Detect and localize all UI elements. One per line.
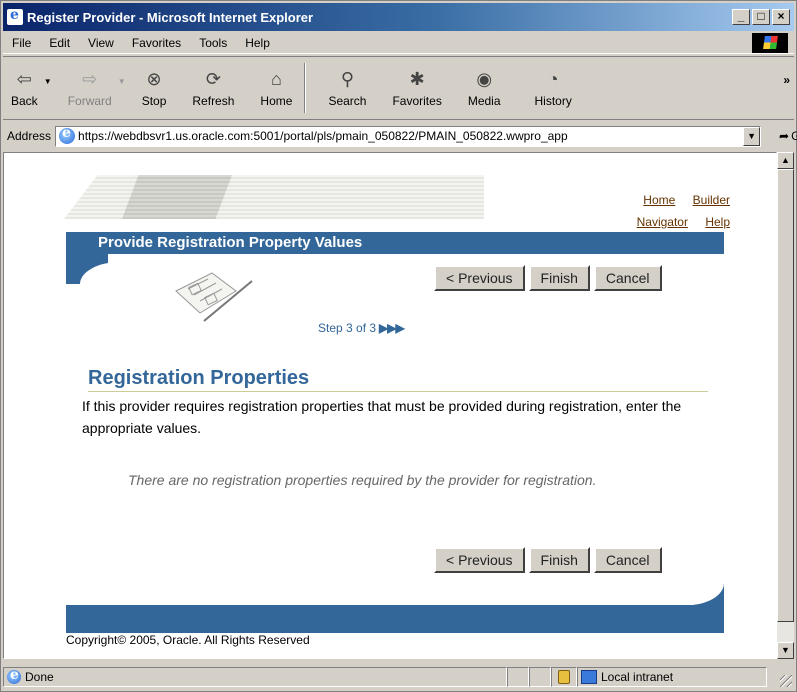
page-content: Home Builder Navigator Help Provide Regi… (3, 152, 777, 659)
top-button-row: < Previous Finish Cancel (434, 265, 662, 291)
status-bar: Done Local intranet (3, 665, 794, 689)
search-label: Search (328, 93, 367, 108)
header-curve-decoration (66, 254, 140, 302)
home-icon: ⌂ (270, 69, 282, 89)
go-button[interactable]: ➦ Go (779, 129, 797, 143)
toolbar-overflow-chevron-icon[interactable]: » (783, 73, 790, 87)
previous-button-bottom[interactable]: < Previous (434, 547, 525, 573)
lock-icon (558, 670, 570, 684)
ie-logo-icon (7, 7, 23, 25)
address-url[interactable]: https://webdbsvr1.us.oracle.com:5001/por… (78, 129, 743, 143)
refresh-label: Refresh (192, 93, 235, 108)
footer-bar (66, 573, 724, 633)
media-icon: ◉ (476, 69, 493, 89)
link-help[interactable]: Help (705, 215, 730, 229)
title-bar: Register Provider - Microsoft Internet E… (3, 3, 794, 31)
finish-button-top[interactable]: Finish (528, 265, 590, 291)
address-dropdown-icon[interactable]: ▼ (743, 126, 761, 146)
back-button[interactable]: ⇦ Back ▼ (3, 57, 52, 119)
copyright-text: Copyright© 2005, Oracle. All Rights Rese… (66, 633, 310, 647)
previous-button-top[interactable]: < Previous (434, 265, 525, 291)
no-properties-message: There are no registration properties req… (128, 472, 597, 488)
refresh-button[interactable]: ⟳ Refresh (184, 57, 242, 119)
global-links: Home Builder Navigator Help (623, 189, 730, 233)
step-arrows-icon: ▶▶▶ (379, 321, 405, 335)
wizard-sketch-illustration (175, 272, 253, 322)
status-pane-zone: Local intranet (577, 667, 767, 687)
step-text: Step 3 of 3 (318, 321, 377, 335)
resize-grip-icon[interactable] (780, 675, 792, 687)
page-title: Provide Registration Property Values (66, 232, 724, 254)
window-title: Register Provider - Microsoft Internet E… (27, 9, 314, 25)
media-button[interactable]: ◉ Media (460, 57, 509, 119)
address-bar: Address https://webdbsvr1.us.oracle.com:… (3, 123, 797, 149)
address-label: Address (7, 129, 52, 143)
forward-label: Forward (67, 93, 112, 108)
link-builder[interactable]: Builder (693, 193, 730, 207)
stop-label: Stop (141, 93, 167, 108)
cancel-button-top[interactable]: Cancel (593, 265, 662, 291)
back-arrow-icon: ⇦ (16, 69, 32, 89)
menu-view[interactable]: View (79, 36, 123, 50)
portal-logo-graphic (122, 175, 232, 219)
cancel-button-bottom[interactable]: Cancel (593, 547, 662, 573)
stop-icon: ⊗ (146, 69, 162, 89)
section-description: If this provider requires registration p… (82, 398, 682, 436)
media-label: Media (467, 93, 501, 108)
home-button[interactable]: ⌂ Home (252, 57, 300, 119)
stop-button[interactable]: ⊗ Stop (134, 57, 175, 119)
back-label: Back (11, 93, 38, 108)
forward-button[interactable]: ⇨ Forward ▼ (60, 57, 126, 119)
go-label: Go (791, 129, 797, 143)
favorites-icon: ✱ (409, 69, 425, 89)
scroll-thumb[interactable] (777, 169, 794, 622)
history-icon: ◔ (547, 69, 559, 89)
forward-dropdown-icon[interactable]: ▼ (118, 77, 126, 86)
menu-favorites[interactable]: Favorites (123, 36, 190, 50)
status-pane-security (551, 667, 577, 687)
status-pane-blank (529, 667, 551, 687)
history-button[interactable]: ◔ History (527, 57, 580, 119)
menu-edit[interactable]: Edit (40, 36, 79, 50)
status-text: Done (25, 670, 54, 684)
favorites-label: Favorites (392, 93, 442, 108)
step-indicator: Step 3 of 3 ▶▶▶ (318, 321, 405, 335)
page-icon (59, 127, 76, 144)
standard-toolbar: ⇦ Back ▼ ⇨ Forward ▼ ⊗ Stop ⟳ Refresh ⌂ … (3, 56, 794, 120)
favorites-button[interactable]: ✱ Favorites (384, 57, 449, 119)
link-navigator[interactable]: Navigator (637, 215, 688, 229)
close-button[interactable]: × (772, 9, 790, 25)
address-input[interactable]: https://webdbsvr1.us.oracle.com:5001/por… (55, 125, 762, 147)
done-page-icon (7, 667, 21, 684)
search-icon: ⚲ (340, 69, 355, 89)
back-dropdown-icon[interactable]: ▼ (44, 77, 52, 86)
local-intranet-icon (581, 670, 597, 684)
status-main-pane: Done (3, 667, 507, 687)
bottom-button-row: < Previous Finish Cancel (434, 547, 662, 573)
home-label: Home (260, 93, 293, 108)
search-button[interactable]: ⚲ Search (320, 57, 374, 119)
toolbar-separator (304, 63, 307, 113)
menu-tools[interactable]: Tools (190, 36, 236, 50)
go-arrow-icon: ➦ (779, 129, 790, 143)
windows-logo-icon (752, 33, 788, 53)
link-home[interactable]: Home (643, 193, 675, 207)
refresh-icon: ⟳ (205, 69, 221, 89)
menu-bar: File Edit View Favorites Tools Help (3, 32, 794, 54)
menu-help[interactable]: Help (236, 36, 279, 50)
maximize-button[interactable]: □ (752, 9, 770, 25)
minimize-button[interactable]: _ (732, 9, 750, 25)
browser-window: Register Provider - Microsoft Internet E… (0, 0, 797, 692)
history-label: History (534, 93, 572, 108)
finish-button-bottom[interactable]: Finish (528, 547, 590, 573)
menu-file[interactable]: File (3, 36, 40, 50)
zone-text: Local intranet (601, 670, 674, 684)
section-title: Registration Properties (88, 367, 708, 392)
vertical-scrollbar[interactable]: ▲ ▼ (777, 152, 794, 659)
scroll-down-button[interactable]: ▼ (777, 642, 794, 659)
forward-arrow-icon: ⇨ (82, 69, 98, 89)
scroll-up-button[interactable]: ▲ (777, 152, 794, 169)
status-pane-progress (507, 667, 529, 687)
